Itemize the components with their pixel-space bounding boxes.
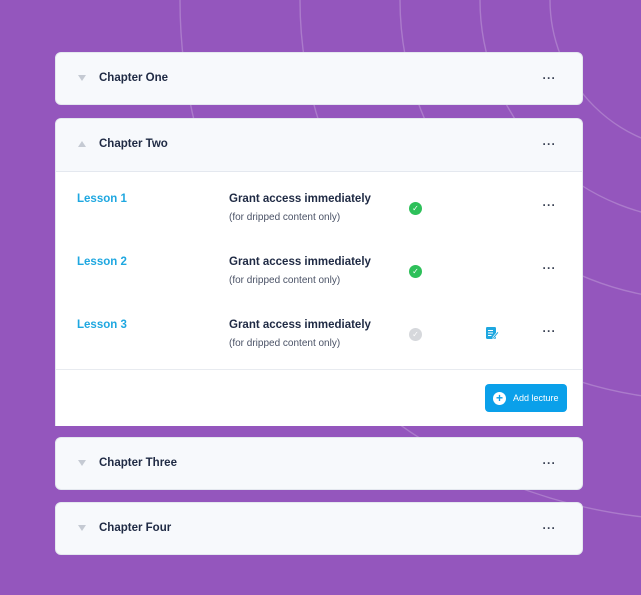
- chapter-header-four[interactable]: Chapter Four ···: [56, 503, 582, 556]
- more-options-icon[interactable]: ···: [543, 72, 557, 84]
- more-options-icon[interactable]: ···: [543, 262, 557, 274]
- access-note: (for dripped content only): [229, 338, 341, 349]
- edit-document-icon[interactable]: [485, 326, 499, 340]
- check-circle-icon: ✓: [409, 265, 422, 278]
- more-options-icon[interactable]: ···: [543, 325, 557, 337]
- chapter-card-four: Chapter Four ···: [55, 502, 583, 555]
- divider: [56, 369, 582, 370]
- access-text: Grant access immediately: [229, 193, 371, 205]
- chapter-header-three[interactable]: Chapter Three ···: [56, 438, 582, 491]
- chapter-title: Chapter Four: [99, 522, 172, 534]
- lesson-link[interactable]: Lesson 1: [77, 193, 127, 205]
- chapter-card-two: Chapter Two ··· Lesson 1 Grant access im…: [55, 118, 583, 426]
- add-lecture-button[interactable]: + Add lecture: [485, 384, 567, 412]
- access-note: (for dripped content only): [229, 212, 341, 223]
- chapter-title: Chapter One: [99, 72, 169, 84]
- access-text: Grant access immediately: [229, 256, 371, 268]
- chapter-card-one: Chapter One ···: [55, 52, 583, 105]
- access-text: Grant access immediately: [229, 319, 371, 331]
- chevron-down-icon[interactable]: [78, 460, 86, 466]
- lesson-link[interactable]: Lesson 3: [77, 319, 127, 331]
- more-options-icon[interactable]: ···: [543, 199, 557, 211]
- chapter-card-three: Chapter Three ···: [55, 437, 583, 490]
- chapter-title: Chapter Two: [99, 138, 168, 150]
- chapter-header-one[interactable]: Chapter One ···: [56, 53, 582, 106]
- check-circle-icon: ✓: [409, 328, 422, 341]
- add-lecture-label: Add lecture: [513, 393, 559, 403]
- more-options-icon[interactable]: ···: [543, 457, 557, 469]
- more-options-icon[interactable]: ···: [543, 138, 557, 150]
- chapter-header-two[interactable]: Chapter Two ···: [56, 119, 582, 172]
- chevron-up-icon[interactable]: [78, 141, 86, 147]
- lesson-link[interactable]: Lesson 2: [77, 256, 127, 268]
- chapter-title: Chapter Three: [99, 457, 177, 469]
- access-note: (for dripped content only): [229, 275, 341, 286]
- lesson-row: Lesson 2 Grant access immediately (for d…: [56, 256, 582, 319]
- more-options-icon[interactable]: ···: [543, 522, 557, 534]
- lesson-row: Lesson 3 Grant access immediately (for d…: [56, 319, 582, 382]
- chevron-down-icon[interactable]: [78, 75, 86, 81]
- lesson-row: Lesson 1 Grant access immediately (for d…: [56, 193, 582, 256]
- plus-circle-icon: +: [493, 391, 506, 405]
- check-circle-icon: ✓: [409, 202, 422, 215]
- chevron-down-icon[interactable]: [78, 525, 86, 531]
